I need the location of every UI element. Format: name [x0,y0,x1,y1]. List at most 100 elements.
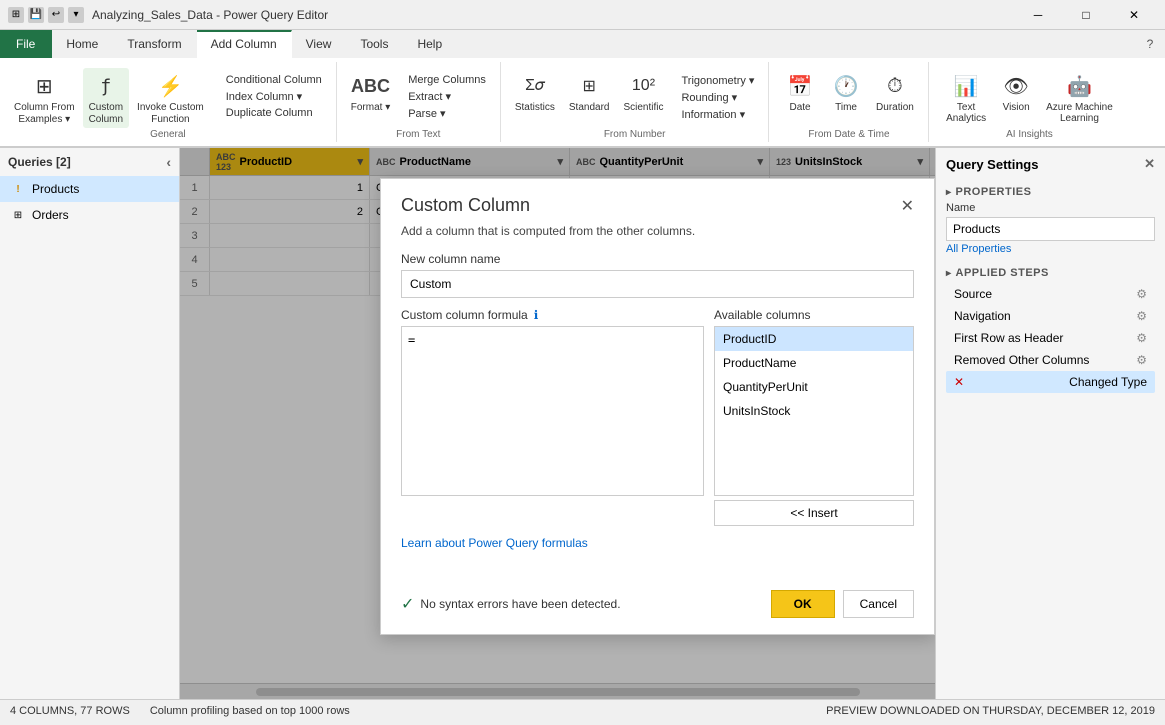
query-item-orders[interactable]: ⊞ Orders [0,202,179,228]
new-column-name-input[interactable] [401,270,914,298]
settings-close-button[interactable]: ✕ [1144,156,1155,172]
duration-icon: ⏱ [879,70,911,102]
step-removed-other-columns[interactable]: Removed Other Columns ⚙ [946,349,1155,371]
vision-icon: 👁 [1000,70,1032,102]
col-list-item-qpu[interactable]: QuantityPerUnit [715,375,913,399]
scientific-button[interactable]: 10² Scientific [617,68,669,115]
trigonometry-button[interactable]: Trigonometry ▾ [675,72,760,89]
step-first-row-as-header[interactable]: First Row as Header ⚙ [946,327,1155,349]
extract-button[interactable]: Extract ▾ [402,88,492,105]
close-button[interactable]: ✕ [1111,0,1157,30]
merge-columns-button[interactable]: Merge Columns [402,72,492,88]
from-number-group-label: From Number [604,129,666,140]
available-columns-section: Available columns ProductID ProductName … [714,308,914,526]
modal-close-button[interactable]: ✕ [901,196,914,216]
number-small-buttons: Trigonometry ▾ Rounding ▾ Information ▾ [671,68,760,123]
collapse-queries-button[interactable]: ‹ [166,154,171,170]
information-button[interactable]: Information ▾ [675,106,760,123]
duplicate-column-button[interactable]: Duplicate Column [220,105,328,121]
date-button[interactable]: 📅 Date [778,68,822,115]
statistics-icon: Σ𝜎 [519,70,551,102]
tab-tools[interactable]: Tools [346,30,403,58]
scientific-icon: 10² [627,70,659,102]
modal-header: Custom Column ✕ [381,179,934,224]
available-columns-label: Available columns [714,308,914,322]
tab-help[interactable]: Help [403,30,457,58]
tab-home[interactable]: Home [52,30,113,58]
general-group-label: General [150,129,186,140]
standard-button[interactable]: ⊞ Standard [563,68,616,115]
learn-link[interactable]: Learn about Power Query formulas [401,536,588,550]
step-changed-type-x[interactable]: ✕ [954,375,964,389]
vision-button[interactable]: 👁 Vision [994,68,1038,115]
text-analytics-button[interactable]: 📊 TextAnalytics [940,68,992,126]
query-item-products[interactable]: ! Products [0,176,179,202]
step-navigation-label: Navigation [954,309,1011,323]
col-list-item-uis[interactable]: UnitsInStock [715,399,913,423]
time-icon: 🕐 [830,70,862,102]
format-icon: ABC [354,70,386,102]
status-bar: 4 COLUMNS, 77 ROWS Column profiling base… [0,699,1165,721]
query-name-input[interactable] [946,217,1155,241]
col-list-item-productid[interactable]: ProductID [715,327,913,351]
maximize-button[interactable]: □ [1063,0,1109,30]
ribbon-group-from-text: ABC Format ▾ Merge Columns Extract ▾ Par… [337,62,501,142]
time-button[interactable]: 🕐 Time [824,68,868,115]
dropdown-icon[interactable]: ▾ [68,7,84,23]
modal-description: Add a column that is computed from the o… [401,224,914,238]
tab-file[interactable]: File [0,30,52,58]
conditional-column-button[interactable]: Conditional Column [220,72,328,88]
parse-button[interactable]: Parse ▾ [402,105,492,122]
ribbon-content: ⊞ Column FromExamples ▾ ƒ CustomColumn ⚡… [0,58,1165,148]
modal-footer: ✓ No syntax errors have been detected. O… [381,580,934,634]
step-changed-type[interactable]: ✕ Changed Type [946,371,1155,393]
format-button[interactable]: ABC Format ▾ [345,68,396,115]
help-icon[interactable]: ? [1135,30,1165,58]
ribbon-tabs: File Home Transform Add Column View Tool… [0,30,1165,58]
tab-transform[interactable]: Transform [113,30,196,58]
formula-info-icon[interactable]: ℹ [534,308,539,322]
insert-button[interactable]: << Insert [714,500,914,526]
step-removed-gear[interactable]: ⚙ [1136,353,1147,367]
from-datetime-group-label: From Date & Time [808,129,889,140]
invoke-custom-function-button[interactable]: ⚡ Invoke CustomFunction [131,68,210,128]
custom-column-button[interactable]: ƒ CustomColumn [83,68,129,128]
standard-icon: ⊞ [573,70,605,102]
settings-header: Query Settings ✕ [936,148,1165,180]
minimize-button[interactable]: ─ [1015,0,1061,30]
duration-button[interactable]: ⏱ Duration [870,68,920,115]
tab-view[interactable]: View [292,30,347,58]
azure-ml-button[interactable]: 🤖 Azure MachineLearning [1040,68,1119,126]
col-list-item-productname[interactable]: ProductName [715,351,913,375]
cancel-button[interactable]: Cancel [843,590,914,618]
step-source[interactable]: Source ⚙ [946,283,1155,305]
formula-textarea[interactable]: = [401,326,704,496]
step-source-gear[interactable]: ⚙ [1136,287,1147,301]
formula-label: Custom column formula ℹ [401,308,704,322]
properties-section: PROPERTIES Name All Properties [936,180,1165,261]
invoke-function-icon: ⚡ [154,70,186,102]
all-properties-link[interactable]: All Properties [946,243,1011,255]
properties-section-title: PROPERTIES [946,186,1155,198]
step-first-row-gear[interactable]: ⚙ [1136,331,1147,345]
window-controls: ─ □ ✕ [1015,0,1157,30]
quick-save-icon[interactable]: 💾 [28,7,44,23]
queries-panel: Queries [2] ‹ ! Products ⊞ Orders [0,148,180,699]
index-column-button[interactable]: Index Column ▾ [220,88,328,105]
step-navigation-gear[interactable]: ⚙ [1136,309,1147,323]
new-column-name-label: New column name [401,252,914,266]
rounding-button[interactable]: Rounding ▾ [675,89,760,106]
tab-add-column[interactable]: Add Column [197,30,292,58]
modal-status: ✓ No syntax errors have been detected. [401,594,621,614]
columns-list: ProductID ProductName QuantityPerUnit Un… [714,326,914,496]
ok-button[interactable]: OK [771,590,835,618]
query-settings-panel: Query Settings ✕ PROPERTIES Name All Pro… [935,148,1165,699]
ribbon-group-general: ⊞ Column FromExamples ▾ ƒ CustomColumn ⚡… [0,62,337,142]
from-text-small-buttons: Merge Columns Extract ▾ Parse ▾ [398,68,492,122]
statistics-button[interactable]: Σ𝜎 Statistics [509,68,561,115]
undo-icon[interactable]: ↩ [48,7,64,23]
date-icon: 📅 [784,70,816,102]
step-navigation[interactable]: Navigation ⚙ [946,305,1155,327]
query-orders-label: Orders [32,208,69,222]
column-from-examples-button[interactable]: ⊞ Column FromExamples ▾ [8,68,81,128]
